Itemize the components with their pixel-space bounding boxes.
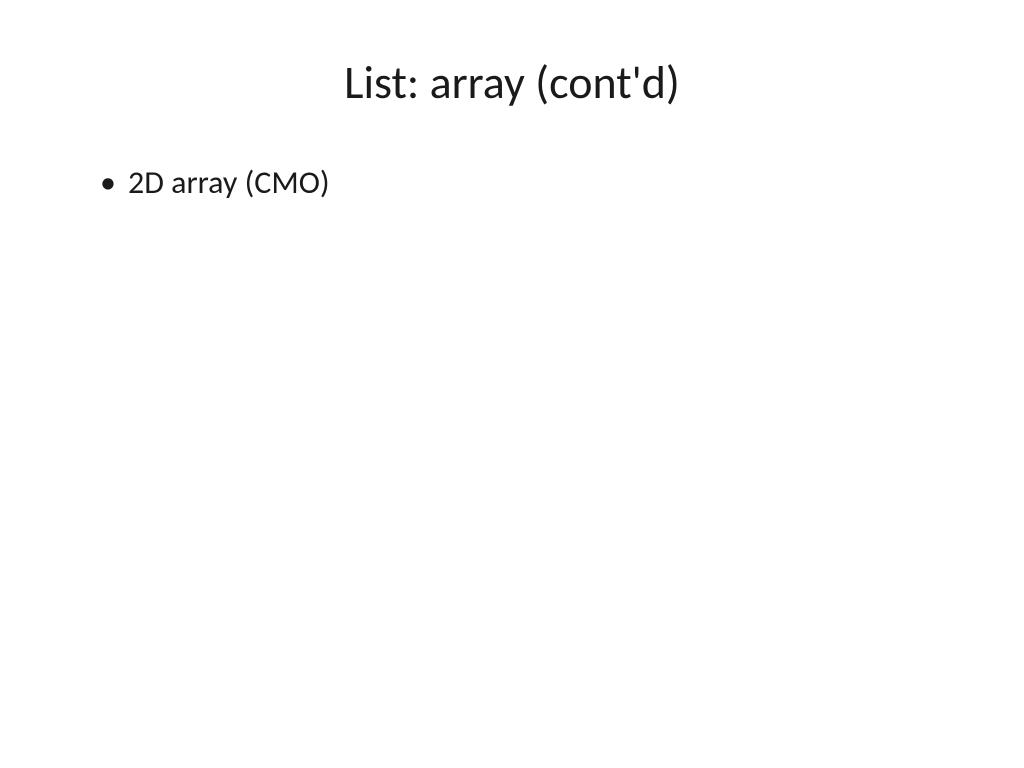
bullet-list: 2D array (CMO)	[100, 161, 954, 206]
slide-content: 2D array (CMO)	[70, 161, 954, 206]
slide-title: List: array (cont'd)	[70, 55, 954, 111]
bullet-item: 2D array (CMO)	[100, 161, 954, 206]
slide-container: List: array (cont'd) 2D array (CMO)	[0, 0, 1024, 768]
